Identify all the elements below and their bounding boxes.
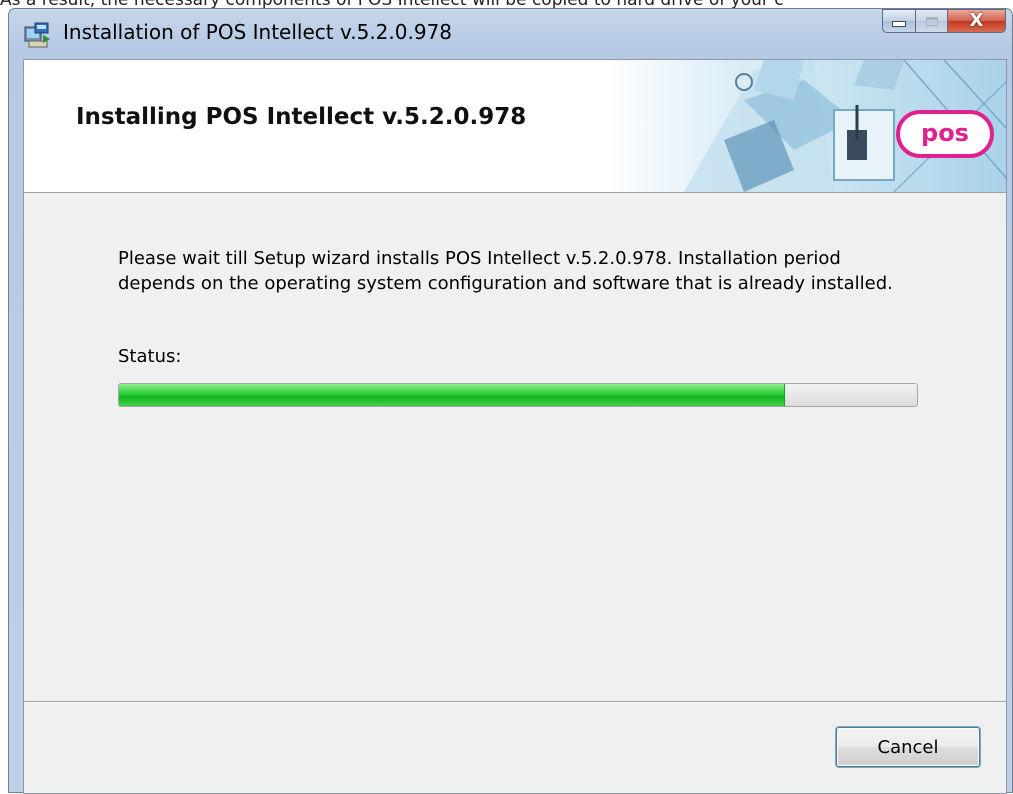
window-title: Installation of POS Intellect v.5.2.0.97… bbox=[63, 20, 453, 44]
minimize-button[interactable] bbox=[882, 9, 916, 33]
pos-logo: pos bbox=[896, 110, 994, 158]
installer-window: Installation of POS Intellect v.5.2.0.97… bbox=[8, 8, 1013, 794]
minimize-icon bbox=[892, 21, 906, 27]
maximize-icon bbox=[925, 16, 938, 26]
cancel-button[interactable]: Cancel bbox=[836, 727, 980, 767]
installer-icon bbox=[23, 21, 53, 49]
close-icon: X bbox=[969, 10, 984, 31]
install-description: Please wait till Setup wizard installs P… bbox=[118, 248, 893, 294]
maximize-button bbox=[916, 9, 948, 33]
caption-buttons: X bbox=[882, 9, 1006, 35]
wizard-banner: Installing POS Intellect v.5.2.0.978 pos bbox=[24, 60, 1006, 193]
status-label: Status: bbox=[118, 346, 182, 367]
install-progress-bar bbox=[118, 383, 918, 407]
title-bar[interactable]: Installation of POS Intellect v.5.2.0.97… bbox=[9, 9, 1012, 57]
banner-title: Installing POS Intellect v.5.2.0.978 bbox=[76, 104, 527, 130]
pos-logo-text: pos bbox=[921, 118, 969, 147]
progress-fill bbox=[119, 384, 786, 406]
wizard-client-area: Installing POS Intellect v.5.2.0.978 pos… bbox=[23, 59, 1007, 794]
footer-divider bbox=[24, 701, 1006, 703]
close-button[interactable]: X bbox=[948, 9, 1006, 33]
